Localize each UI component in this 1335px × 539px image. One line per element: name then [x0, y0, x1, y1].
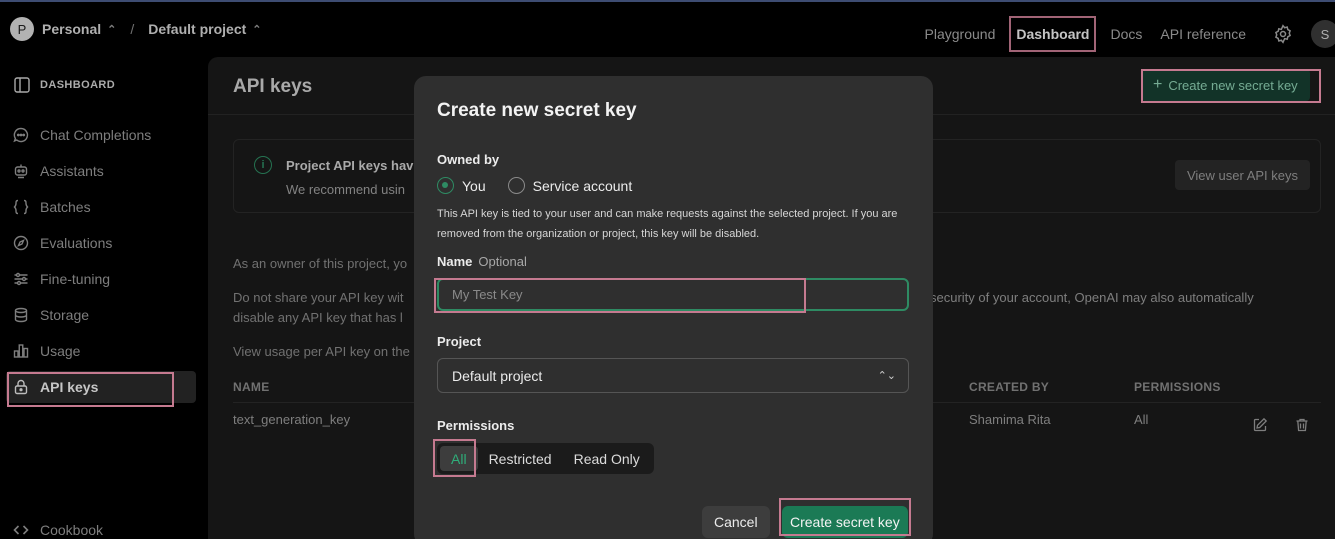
radio-service-account[interactable]: [507, 177, 525, 194]
column-header-permissions: PERMISSIONS: [1134, 380, 1221, 394]
sidebar-item-label: Chat Completions: [40, 127, 152, 143]
bar-chart-icon: [13, 344, 29, 358]
create-key-modal: Create new secret key Owned by You Servi…: [414, 76, 933, 539]
sidebar-item-usage[interactable]: Usage: [12, 337, 196, 365]
edit-icon[interactable]: [1252, 417, 1268, 433]
key-name-input[interactable]: [437, 278, 909, 311]
name-optional-text: Optional: [478, 254, 527, 269]
sidebar-item-cookbook[interactable]: Cookbook: [12, 516, 196, 539]
owned-by-label: Owned by: [437, 152, 500, 167]
column-header-name: NAME: [233, 380, 270, 394]
sidebar-header: DASHBOARD: [14, 77, 115, 93]
name-label-text: Name: [437, 254, 473, 269]
chat-icon: [13, 127, 29, 143]
sidebar-item-label: API keys: [40, 379, 99, 395]
permission-all[interactable]: All: [440, 446, 478, 471]
nav-playground[interactable]: Playground: [916, 20, 1005, 48]
plus-icon: +: [1153, 76, 1163, 93]
sidebar-toggle-icon[interactable]: [14, 77, 30, 93]
sliders-icon: [14, 272, 28, 286]
column-header-created-by: CREATED BY: [969, 380, 1050, 394]
view-user-keys-button[interactable]: View user API keys: [1174, 160, 1310, 190]
cancel-button[interactable]: Cancel: [702, 506, 770, 538]
sidebar-item-evaluations[interactable]: Evaluations: [12, 229, 196, 257]
code-icon: [13, 525, 29, 535]
compass-icon: [13, 235, 29, 251]
owner-help-text: This API key is tied to your user and ca…: [437, 208, 898, 240]
chevron-updown-icon: ⌃⌄: [877, 370, 896, 382]
permission-read-only[interactable]: Read Only: [563, 446, 651, 471]
robot-icon: [14, 164, 28, 179]
permission-restricted[interactable]: Restricted: [478, 446, 563, 471]
org-avatar[interactable]: P: [10, 17, 34, 41]
sidebar-item-fine-tuning[interactable]: Fine-tuning: [12, 265, 196, 293]
warning-paragraph-right: security of your account, OpenAI may als…: [930, 290, 1254, 305]
project-select[interactable]: Default project ⌃⌄: [437, 358, 909, 393]
breadcrumb: P Personal ⌃ / Default project ⌃: [10, 17, 261, 41]
info-text: We recommend usin: [286, 182, 405, 197]
owner-radio-group: You Service account: [437, 177, 632, 194]
nav-dashboard[interactable]: Dashboard: [1009, 16, 1097, 52]
sidebar-item-batches[interactable]: Batches: [12, 193, 196, 221]
chevron-updown-icon[interactable]: ⌃: [252, 23, 261, 36]
nav-docs[interactable]: Docs: [1101, 20, 1151, 48]
user-avatar[interactable]: S: [1311, 20, 1335, 48]
create-new-key-button[interactable]: + Create new secret key: [1141, 69, 1310, 101]
breadcrumb-separator: /: [130, 21, 135, 37]
sidebar-item-label: Cookbook: [40, 522, 104, 538]
sidebar-item-chat-completions[interactable]: Chat Completions: [12, 121, 196, 149]
top-nav: Playground Dashboard Docs API reference …: [916, 16, 1335, 52]
database-icon: [14, 307, 28, 323]
permissions-segmented-control: All Restricted Read Only: [437, 443, 654, 474]
radio-you[interactable]: [437, 177, 454, 194]
trash-icon[interactable]: [1294, 417, 1310, 433]
modal-title: Create new secret key: [437, 100, 637, 121]
sidebar-item-label: Evaluations: [40, 235, 113, 251]
sidebar-item-assistants[interactable]: Assistants: [12, 157, 196, 185]
warning-paragraph: Do not share your API key wit: [233, 290, 404, 305]
braces-icon: [13, 199, 29, 215]
project-select-value: Default project: [452, 367, 543, 384]
sidebar-item-label: Batches: [40, 199, 91, 215]
table-cell-name: text_generation_key: [233, 412, 351, 427]
sidebar-title: DASHBOARD: [40, 79, 116, 91]
info-icon: i: [254, 156, 272, 174]
lock-icon: [14, 379, 28, 395]
nav-api-reference[interactable]: API reference: [1151, 20, 1255, 48]
warning-paragraph-2: disable any API key that has l: [233, 310, 403, 325]
gear-icon[interactable]: [1273, 24, 1293, 44]
project-label: Project: [437, 334, 482, 349]
name-label: Name Optional: [437, 254, 527, 269]
sidebar: DASHBOARD Chat Completions Assistants Ba…: [0, 57, 208, 539]
chevron-updown-icon[interactable]: ⌃: [107, 23, 116, 36]
page-title: API keys: [233, 76, 313, 97]
sidebar-item-label: Fine-tuning: [40, 271, 111, 287]
create-secret-key-button[interactable]: Create secret key: [782, 506, 908, 538]
table-cell-created-by: Shamima Rita: [969, 412, 1051, 427]
org-switcher[interactable]: Personal: [42, 21, 101, 37]
sidebar-item-label: Storage: [40, 307, 90, 323]
usage-paragraph: View usage per API key on the: [233, 344, 410, 359]
permissions-label: Permissions: [437, 418, 515, 433]
sidebar-item-label: Usage: [40, 343, 81, 359]
table-cell-permissions: All: [1134, 412, 1149, 427]
project-switcher[interactable]: Default project: [148, 21, 246, 37]
owner-paragraph: As an owner of this project, yo: [233, 256, 408, 271]
top-bar: P Personal ⌃ / Default project ⌃ Playgro…: [0, 2, 1335, 57]
create-new-key-label: Create new secret key: [1168, 77, 1298, 93]
info-title: Project API keys hav: [286, 158, 414, 173]
sidebar-item-api-keys[interactable]: API keys: [6, 371, 196, 403]
sidebar-item-label: Assistants: [40, 163, 104, 179]
sidebar-item-storage[interactable]: Storage: [12, 301, 196, 329]
radio-service-account-label[interactable]: Service account: [533, 178, 633, 194]
radio-you-label[interactable]: You: [462, 178, 486, 194]
